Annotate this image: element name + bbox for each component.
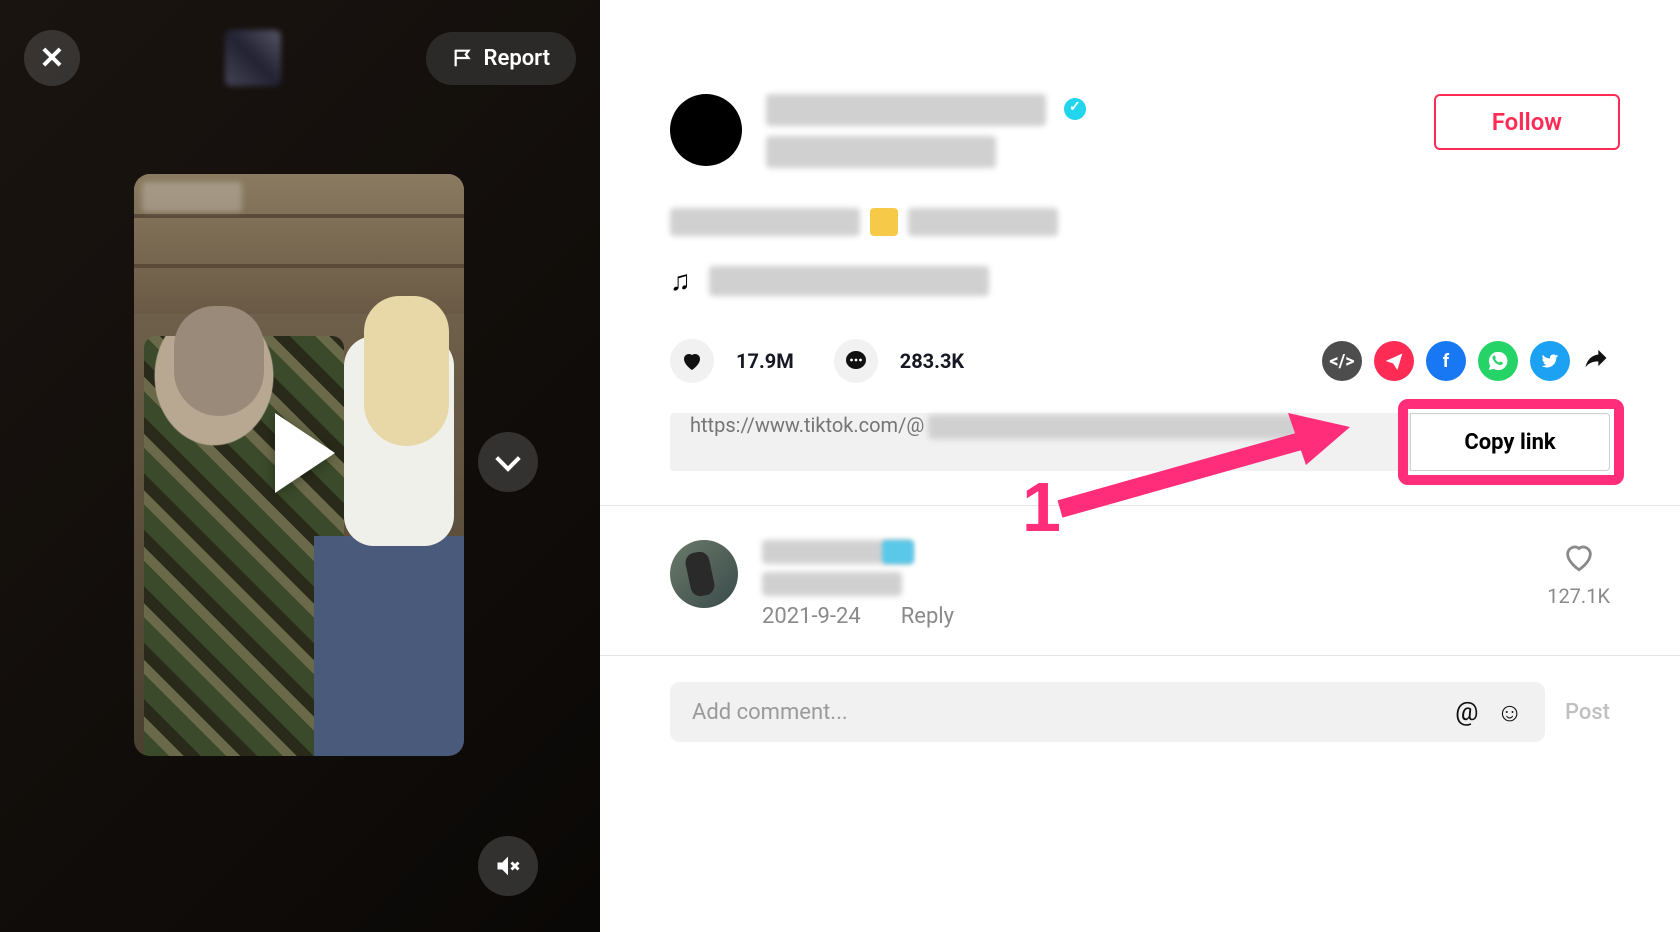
heart-icon (680, 349, 704, 373)
caption-emoji (870, 208, 898, 236)
report-label: Report (484, 46, 550, 71)
mute-icon (494, 852, 522, 880)
author-displayname-redacted (766, 136, 996, 168)
link-url-redacted (928, 415, 1298, 439)
comment-like[interactable]: 127.1K (1547, 540, 1610, 608)
detail-pane: Follow ♫ 17.9M 283.3K </> (600, 0, 1680, 932)
twitter-icon (1540, 351, 1560, 371)
video-pane: ✕ Report (0, 0, 600, 932)
share-whatsapp-button[interactable] (1478, 341, 1518, 381)
music-note-icon: ♫ (670, 264, 691, 297)
stats-row: 17.9M 283.3K </> f (670, 339, 1610, 383)
comment-icon (844, 349, 868, 373)
share-send-button[interactable] (1374, 341, 1414, 381)
video-still-subject (314, 336, 464, 756)
close-icon: ✕ (39, 41, 64, 76)
comment-like-count: 127.1K (1547, 584, 1610, 608)
like-count: 17.9M (736, 349, 794, 373)
video-watermark (142, 182, 242, 212)
author-avatar[interactable] (670, 94, 742, 166)
comment-meta: 2021-9-24 Reply (762, 604, 1523, 629)
comment-reply-button[interactable]: Reply (901, 604, 954, 629)
author-names (766, 94, 1434, 178)
author-header: Follow (600, 94, 1680, 178)
copy-link-button[interactable]: Copy link (1410, 413, 1610, 471)
share-embed-button[interactable]: </> (1322, 341, 1362, 381)
follow-button[interactable]: Follow (1434, 94, 1620, 150)
divider (600, 655, 1680, 656)
caption-hashtag-redacted (908, 208, 1058, 236)
share-twitter-button[interactable] (1530, 341, 1570, 381)
link-row: https://www.tiktok.com/@ Copy link 1 (670, 413, 1610, 471)
facebook-icon: f (1443, 351, 1449, 372)
caption-text-redacted (670, 208, 860, 236)
stats-left: 17.9M 283.3K (670, 339, 964, 383)
next-video-button[interactable] (478, 432, 538, 492)
like-button[interactable] (670, 339, 714, 383)
divider (600, 505, 1680, 506)
comment-date: 2021-9-24 (762, 604, 861, 629)
link-url-prefix: https://www.tiktok.com/@ (690, 413, 924, 437)
video-caption (670, 206, 1610, 238)
share-row: </> f (1322, 341, 1610, 381)
share-facebook-button[interactable]: f (1426, 341, 1466, 381)
video-link-field[interactable]: https://www.tiktok.com/@ (670, 413, 1410, 471)
comment-placeholder: Add comment... (692, 700, 848, 725)
flag-icon (452, 47, 474, 69)
send-icon (1384, 351, 1404, 371)
report-button[interactable]: Report (426, 32, 576, 85)
commenter-badge (882, 540, 914, 564)
comment-button[interactable] (834, 339, 878, 383)
author-username-redacted (766, 94, 1046, 126)
heart-outline-icon (1562, 540, 1596, 574)
share-more-button[interactable] (1582, 344, 1610, 379)
play-icon (275, 413, 335, 493)
share-arrow-icon (1582, 344, 1610, 372)
video-top-bar: ✕ Report (0, 30, 600, 86)
annotation-step-number: 1 (1022, 467, 1061, 547)
commenter-avatar[interactable] (670, 540, 738, 608)
verified-badge-icon (1064, 98, 1086, 120)
sound-row[interactable]: ♫ (670, 264, 1610, 297)
compose-row: Add comment... @ ☺ Post (600, 682, 1680, 742)
mention-icon[interactable]: @ (1455, 697, 1478, 728)
chevron-down-icon (495, 446, 520, 471)
comment-body: 2021-9-24 Reply (762, 540, 1523, 629)
mute-button[interactable] (478, 836, 538, 896)
uploader-avatar-thumb[interactable] (225, 30, 281, 86)
embed-icon: </> (1329, 351, 1354, 372)
comment-count: 283.3K (900, 349, 964, 373)
comment-item: 2021-9-24 Reply 127.1K (600, 540, 1680, 629)
post-comment-button[interactable]: Post (1565, 700, 1610, 725)
emoji-icon[interactable]: ☺ (1496, 697, 1523, 728)
video-player[interactable] (134, 174, 464, 756)
comment-text-redacted (762, 572, 902, 596)
comment-input[interactable]: Add comment... @ ☺ (670, 682, 1545, 742)
close-button[interactable]: ✕ (24, 30, 80, 86)
whatsapp-icon (1487, 350, 1509, 372)
sound-title-redacted (709, 266, 989, 296)
